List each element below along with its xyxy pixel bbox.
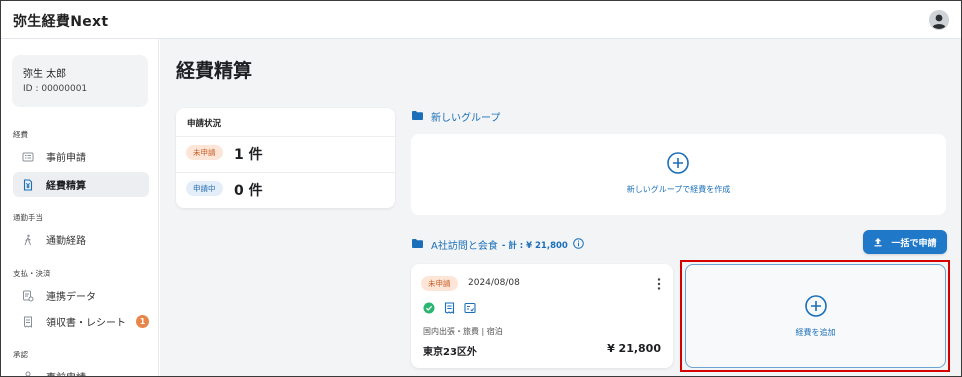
expense-amount: ¥ 21,800 (607, 342, 661, 355)
sidebar-item-label: 通勤経路 (46, 236, 86, 247)
sidebar: 弥生 太郎 ID : 00000001 経費 事前申請 経費精算 通勤手当 通勤… (1, 39, 159, 376)
expense-date: 2024/08/08 (468, 278, 520, 288)
folder-icon (412, 238, 423, 251)
user-id: ID : 00000001 (23, 84, 88, 94)
form-icon (22, 151, 34, 163)
new-group-heading: 新しいグループ (412, 109, 500, 124)
unapplied-count: 1 件 (234, 147, 263, 163)
applying-count: 0 件 (234, 183, 263, 199)
status-badge-unapplied: 未申請 (186, 145, 223, 160)
upload-icon (874, 238, 882, 247)
add-circle-icon (805, 295, 827, 317)
receipts-count-badge: 1 (136, 315, 149, 328)
receipt-icon (22, 316, 34, 328)
sidebar-item-label: 領収書・レシート (46, 318, 126, 329)
info-icon[interactable] (573, 237, 584, 252)
status-badge-unapplied: 未申請 (421, 276, 458, 291)
sidebar-item-label: 事前申請 (46, 153, 86, 164)
sidebar-item-pre-application[interactable]: 事前申請 (13, 144, 149, 169)
group-a-title: A社訪問と会食 (431, 241, 498, 252)
add-expense-card[interactable]: 経費を追加 (685, 264, 946, 368)
app-brand[interactable]: 弥生経費Next (13, 11, 108, 31)
add-circle-icon (667, 152, 689, 174)
sidebar-item-commute-route[interactable]: 通勤経路 (13, 227, 149, 252)
app-window: 弥生経費Next 弥生 太郎 ID : 00000001 経費 事前申請 経費精… (0, 0, 962, 377)
sidebar-item-approval-pre-application[interactable]: 事前申請 (13, 364, 149, 376)
sidebar-item-label: 連携データ (46, 292, 96, 303)
section-label-expenses: 経費 (13, 130, 28, 139)
status-badge-applying: 申請中 (186, 181, 223, 196)
add-expense-label: 経費を追加 (795, 328, 836, 337)
top-bar: 弥生経費Next (1, 1, 961, 39)
approval-icon (22, 371, 34, 376)
more-options-icon[interactable] (655, 277, 663, 291)
create-in-new-group-text: 新しいグループで経費を作成 (626, 185, 731, 194)
account-avatar-icon[interactable] (929, 10, 949, 30)
group-a-total: - 計 : ¥ 21,800 (501, 240, 568, 251)
page-title: 経費精算 (176, 60, 253, 82)
status-row-unapplied[interactable]: 未申請 1 件 (176, 136, 395, 169)
section-label-approval: 承認 (13, 350, 28, 359)
section-label-payment: 支払・決済 (13, 269, 51, 278)
expense-category: 国内出張・旅費 | 宿泊 (423, 327, 503, 336)
expense-place: 東京23区外 (423, 347, 477, 358)
invoice-icon (464, 302, 476, 314)
user-card[interactable]: 弥生 太郎 ID : 00000001 (12, 55, 148, 107)
folder-icon (412, 110, 423, 123)
walking-person-icon (22, 234, 34, 246)
expense-card[interactable]: 未申請 2024/08/08 国内出張・旅費 | 宿泊 東京23区外 ¥ 21,… (411, 264, 673, 368)
status-row-applying[interactable]: 申請中 0 件 (176, 172, 395, 205)
main-content: 経費精算 申請状況 未申請 1 件 申請中 0 件 新しいグループ 新しいグルー… (160, 39, 961, 376)
sidebar-item-expense-settlement[interactable]: 経費精算 (13, 172, 149, 197)
user-name: 弥生 太郎 (23, 69, 67, 80)
bulk-apply-button[interactable]: 一括で申請 (863, 230, 947, 254)
sidebar-item-label: 事前申請 (46, 369, 86, 376)
linked-card-icon (22, 290, 34, 302)
receipt-icon (444, 302, 455, 314)
section-label-commute: 通勤手当 (13, 213, 43, 222)
sidebar-item-label: 経費精算 (46, 181, 86, 192)
new-group-title: 新しいグループ (431, 113, 501, 124)
sidebar-item-linked-data[interactable]: 連携データ (13, 283, 149, 308)
check-circle-icon (423, 302, 435, 314)
sidebar-item-receipts[interactable]: 領収書・レシート 1 (13, 309, 149, 334)
receipt-yen-icon (22, 178, 34, 191)
new-group-card[interactable]: 新しいグループで経費を作成 (411, 134, 946, 215)
group-a-heading[interactable]: A社訪問と会食 - 計 : ¥ 21,800 (412, 237, 584, 252)
expense-attribute-icons (423, 302, 476, 314)
bulk-apply-label: 一括で申請 (891, 238, 937, 249)
status-card-title: 申請状況 (187, 119, 222, 129)
application-status-card: 申請状況 未申請 1 件 申請中 0 件 (176, 108, 395, 208)
